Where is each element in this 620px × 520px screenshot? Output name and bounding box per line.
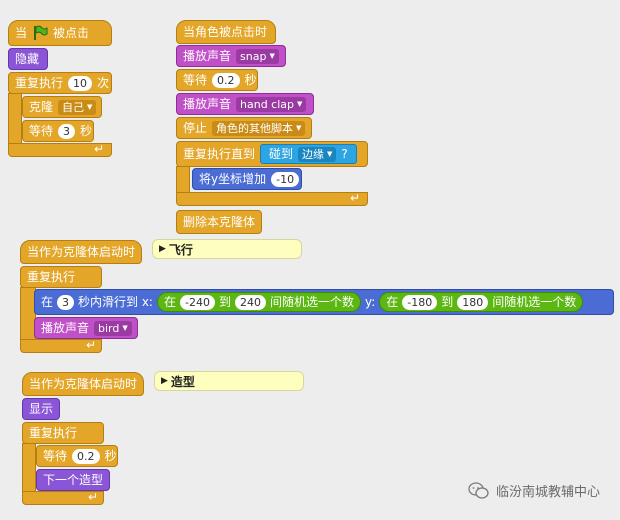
pick-in-label: 在 <box>386 295 399 309</box>
touching-question: ? <box>341 147 348 161</box>
pick-from-input[interactable]: -180 <box>402 294 438 310</box>
play-label: 播放声音 <box>41 321 90 335</box>
show-block[interactable]: 显示 <box>22 398 60 420</box>
comment-costume[interactable]: ▶ 造型 <box>154 371 304 391</box>
forever-label: 重复执行 <box>29 426 78 440</box>
glide-block[interactable]: 在 3 秒内滑行到 x: 在 -240 到 240 间随机选一个数 y: 在 -… <box>34 289 614 315</box>
comment-fly[interactable]: ▶ 飞行 <box>152 239 302 259</box>
wait-unit: 秒 <box>104 449 117 463</box>
comment-text: 飞行 <box>168 242 193 257</box>
touching-sensor[interactable]: 碰到 边缘 ? <box>260 144 357 164</box>
loop-arrow-icon: ↵ <box>88 490 99 504</box>
pick-to-label: 到 <box>218 295 231 309</box>
play-sound-bird-block[interactable]: 播放声音 bird <box>34 317 138 339</box>
repeat-block[interactable]: 重复执行 10 次 <box>8 72 112 94</box>
comment-arrow-icon: ▶ <box>161 376 168 386</box>
wechat-icon <box>468 481 489 499</box>
wait-unit: 秒 <box>80 124 93 138</box>
pick-to-label: 到 <box>441 295 454 309</box>
hat-prefix: 当 <box>15 26 28 40</box>
comment-arrow-icon: ▶ <box>159 244 166 254</box>
loop-arrow-icon: ↵ <box>350 191 361 205</box>
delete-clone-block[interactable]: 删除本克隆体 <box>176 210 262 234</box>
next-costume-label: 下一个造型 <box>43 473 104 487</box>
repeat-suffix: 次 <box>97 76 110 90</box>
forever-block-2[interactable]: 重复执行 <box>22 422 104 444</box>
when-start-as-clone-hat-2[interactable]: 当作为克隆体启动时 <box>22 372 144 396</box>
next-costume-block[interactable]: 下一个造型 <box>36 469 110 491</box>
stop-label: 停止 <box>183 121 208 135</box>
sound-dropdown-bird[interactable]: bird <box>94 320 132 336</box>
hide-label: 隐藏 <box>15 52 40 66</box>
play-label: 播放声音 <box>183 49 232 63</box>
touching-target-dropdown[interactable]: 边缘 <box>298 146 337 162</box>
hat-label: 当角色被点击时 <box>183 25 268 39</box>
wait-label: 等待 <box>183 73 208 87</box>
wait-block-3[interactable]: 等待 0.2 秒 <box>36 445 118 467</box>
when-sprite-clicked-hat[interactable]: 当角色被点击时 <box>176 20 276 44</box>
repeat-until-block[interactable]: 重复执行直到 碰到 边缘 ? <box>176 141 368 167</box>
green-flag-icon <box>34 25 48 40</box>
play-sound-handclap-block[interactable]: 播放声音 hand clap <box>176 93 314 115</box>
glide-secs-input[interactable]: 3 <box>57 294 75 310</box>
forever-block[interactable]: 重复执行 <box>20 266 102 288</box>
clone-target-dropdown[interactable]: 自己 <box>58 99 97 115</box>
delete-clone-label: 删除本克隆体 <box>183 215 256 229</box>
hide-block[interactable]: 隐藏 <box>8 48 48 70</box>
hat-label: 当作为克隆体启动时 <box>27 245 136 259</box>
wait-block-2[interactable]: 等待 0.2 秒 <box>176 69 258 91</box>
repeat-until-label: 重复执行直到 <box>183 147 256 161</box>
wait-unit: 秒 <box>244 73 257 87</box>
sound-dropdown-snap[interactable]: snap <box>236 48 279 64</box>
hat-suffix: 被点击 <box>53 26 90 40</box>
stop-block[interactable]: 停止 角色的其他脚本 <box>176 117 312 139</box>
repeat-arm <box>8 93 22 145</box>
create-clone-block[interactable]: 克隆 自己 <box>22 96 102 118</box>
repeat-until-arm <box>176 166 190 194</box>
pick-suffix: 间随机选一个数 <box>492 295 577 309</box>
play-sound-snap-block[interactable]: 播放声音 snap <box>176 45 286 67</box>
comment-text: 造型 <box>170 374 195 389</box>
forever-arm-2 <box>22 443 36 493</box>
pick-random-y[interactable]: 在 -180 到 180 间随机选一个数 <box>379 292 584 312</box>
pick-in-label: 在 <box>163 295 176 309</box>
loop-arrow-icon: ↵ <box>86 338 97 352</box>
watermark-text: 临汾南城教辅中心 <box>495 485 600 500</box>
change-y-label: 将y坐标增加 <box>199 172 267 186</box>
loop-arrow-icon: ↵ <box>94 142 105 156</box>
wait-label: 等待 <box>43 449 68 463</box>
repeat-until-foot <box>176 192 368 206</box>
repeat-label: 重复执行 <box>15 76 64 90</box>
wait-value-input[interactable]: 0.2 <box>72 448 100 464</box>
clone-label: 克隆 <box>29 100 54 114</box>
change-y-block[interactable]: 将y坐标增加 -10 <box>192 168 302 190</box>
when-start-as-clone-hat[interactable]: 当作为克隆体启动时 <box>20 240 142 264</box>
change-y-value-input[interactable]: -10 <box>271 171 300 187</box>
glide-mid-label: 秒内滑行到 x: <box>78 295 153 309</box>
pick-to-input[interactable]: 180 <box>457 294 489 310</box>
show-label: 显示 <box>29 402 54 416</box>
stop-option-dropdown[interactable]: 角色的其他脚本 <box>212 120 306 136</box>
pick-from-input[interactable]: -240 <box>180 294 215 310</box>
wait-block[interactable]: 等待 3 秒 <box>22 120 94 142</box>
forever-label: 重复执行 <box>27 270 76 284</box>
pick-suffix: 间随机选一个数 <box>269 295 354 309</box>
pick-to-input[interactable]: 240 <box>234 294 266 310</box>
play-label: 播放声音 <box>183 97 232 111</box>
touching-label: 碰到 <box>269 147 294 161</box>
glide-in-label: 在 <box>41 295 54 309</box>
hat-label: 当作为克隆体启动时 <box>29 377 138 391</box>
wait-value-input[interactable]: 3 <box>58 123 76 139</box>
watermark: 临汾南城教辅中心 <box>468 481 600 500</box>
repeat-count-input[interactable]: 10 <box>68 75 93 91</box>
y-label: y: <box>365 295 376 309</box>
when-flag-clicked-hat[interactable]: 当 被点击 <box>8 20 112 46</box>
wait-value-input[interactable]: 0.2 <box>212 72 240 88</box>
wait-label: 等待 <box>29 124 54 138</box>
sound-dropdown-handclap[interactable]: hand clap <box>236 96 307 112</box>
pick-random-x[interactable]: 在 -240 到 240 间随机选一个数 <box>156 292 361 312</box>
